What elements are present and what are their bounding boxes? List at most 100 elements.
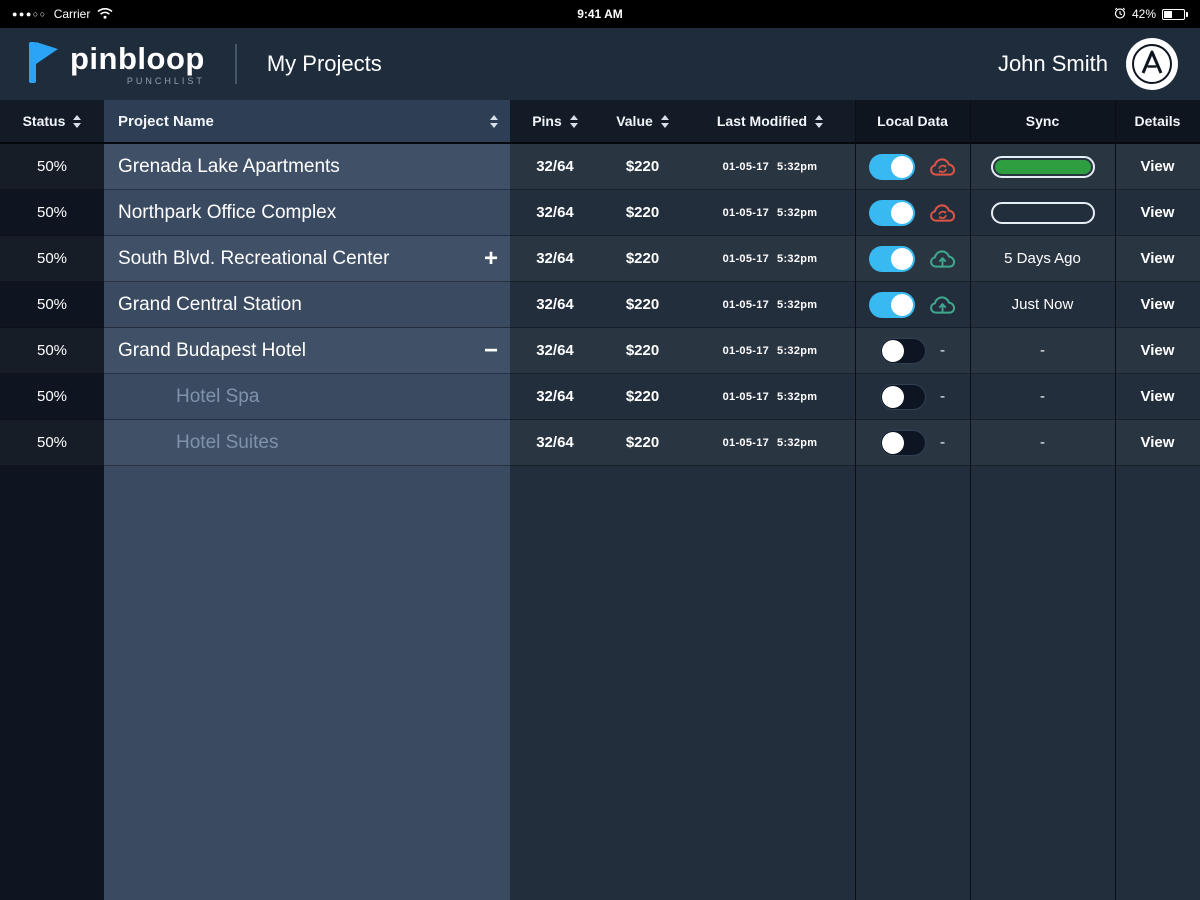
local-data-toggle[interactable] xyxy=(868,199,915,226)
sync-cell: - xyxy=(970,374,1115,419)
last-modified-cell: 01-05-17 5:32pm xyxy=(685,420,855,465)
column-header-status[interactable]: Status xyxy=(0,100,104,142)
local-data-cell: - xyxy=(855,282,970,327)
column-header-value[interactable]: Value xyxy=(600,100,685,142)
column-header-last-modified[interactable]: Last Modified xyxy=(685,100,855,142)
modified-time: 5:32pm xyxy=(777,160,818,173)
cloud-upload-icon xyxy=(929,295,955,314)
wifi-icon xyxy=(97,7,113,22)
expand-collapse-icon[interactable]: + xyxy=(484,246,510,271)
pins-cell: 32/64 xyxy=(510,190,600,235)
user-avatar[interactable] xyxy=(1126,38,1178,90)
value-amount: $220 xyxy=(625,158,660,175)
sort-icon[interactable] xyxy=(73,115,81,128)
carrier-label: Carrier xyxy=(53,7,91,21)
pins-cell: 32/64 xyxy=(510,236,600,281)
battery-cap-icon xyxy=(1186,11,1188,17)
project-name-cell[interactable]: Grand Central Station xyxy=(104,282,510,327)
table-row: 50% Grenada Lake Apartments 32/64 $220 0… xyxy=(0,144,1200,190)
local-data-dash: - xyxy=(939,387,946,405)
project-name-cell[interactable]: Grand Budapest Hotel − xyxy=(104,328,510,373)
value-cell: $220 xyxy=(600,328,685,373)
battery-icon xyxy=(1162,8,1185,20)
view-button[interactable]: View xyxy=(1141,342,1175,359)
last-modified-cell: 01-05-17 5:32pm xyxy=(685,144,855,189)
column-header-details: Details xyxy=(1115,100,1200,142)
header-divider xyxy=(234,44,237,84)
cloud-sync-error-icon xyxy=(929,203,955,222)
pins-cell: 32/64 xyxy=(510,420,600,465)
project-name-cell[interactable]: Grenada Lake Apartments xyxy=(104,144,510,189)
project-name: Hotel Spa xyxy=(176,385,260,407)
status-cell: 50% xyxy=(0,190,104,235)
local-data-toggle[interactable] xyxy=(879,337,926,364)
local-data-cell: - xyxy=(855,236,970,281)
pins-cell: 32/64 xyxy=(510,328,600,373)
project-name: Northpark Office Complex xyxy=(118,201,337,223)
logo-tagline: PUNCHLIST xyxy=(126,75,205,86)
sync-progress-bar xyxy=(990,155,1095,178)
value-cell: $220 xyxy=(600,420,685,465)
value-cell: $220 xyxy=(600,144,685,189)
cloud-sync-error-icon xyxy=(929,157,955,176)
pins-value: 32/64 xyxy=(536,204,574,221)
view-button[interactable]: View xyxy=(1141,204,1175,221)
project-name-cell[interactable]: Hotel Suites xyxy=(104,420,510,465)
column-header-pins[interactable]: Pins xyxy=(510,100,600,142)
cloud-upload-icon xyxy=(929,249,955,268)
view-button[interactable]: View xyxy=(1141,388,1175,405)
view-button[interactable]: View xyxy=(1141,250,1175,267)
pins-value: 32/64 xyxy=(536,434,574,451)
status-value: 50% xyxy=(36,342,68,359)
status-value: 50% xyxy=(36,158,68,175)
pinbloop-logo[interactable]: pinbloop PUNCHLIST xyxy=(22,39,205,90)
local-data-toggle[interactable] xyxy=(879,383,926,410)
column-header-label: Pins xyxy=(532,113,562,129)
sort-icon[interactable] xyxy=(570,115,578,128)
last-modified-cell: 01-05-17 5:32pm xyxy=(685,236,855,281)
sort-icon[interactable] xyxy=(815,115,823,128)
status-value: 50% xyxy=(36,434,68,451)
local-data-cell: - xyxy=(855,190,970,235)
local-data-dash: - xyxy=(939,433,946,451)
column-header-project-name[interactable]: Project Name xyxy=(104,100,510,142)
sort-icon[interactable] xyxy=(661,115,669,128)
view-button[interactable]: View xyxy=(1141,296,1175,313)
local-data-toggle[interactable] xyxy=(868,245,915,272)
last-modified-cell: 01-05-17 5:32pm xyxy=(685,374,855,419)
local-data-cell: - xyxy=(855,144,970,189)
status-cell: 50% xyxy=(0,328,104,373)
local-data-dash: - xyxy=(939,341,946,359)
details-cell: View xyxy=(1115,374,1200,419)
sync-progress-bar xyxy=(990,201,1095,224)
project-name: Hotel Suites xyxy=(176,431,279,453)
view-button[interactable]: View xyxy=(1141,158,1175,175)
local-data-toggle[interactable] xyxy=(879,429,926,456)
local-data-cell: - xyxy=(855,374,970,419)
project-name-cell[interactable]: Northpark Office Complex xyxy=(104,190,510,235)
modified-date: 01-05-17 xyxy=(722,344,770,357)
column-header-label: Project Name xyxy=(118,112,214,130)
project-name: Grand Central Station xyxy=(118,293,302,315)
local-data-toggle[interactable] xyxy=(868,153,915,180)
column-header-label: Sync xyxy=(1025,113,1060,129)
local-data-cell: - xyxy=(855,420,970,465)
modified-time: 5:32pm xyxy=(777,344,818,357)
logo-text-secondary: bloop xyxy=(118,40,205,76)
value-cell: $220 xyxy=(600,190,685,235)
project-name-cell[interactable]: Hotel Spa xyxy=(104,374,510,419)
project-name-cell[interactable]: South Blvd. Recreational Center + xyxy=(104,236,510,281)
sync-cell xyxy=(970,190,1115,235)
view-button[interactable]: View xyxy=(1141,434,1175,451)
project-name: Grand Budapest Hotel xyxy=(118,339,307,361)
modified-time: 5:32pm xyxy=(777,390,818,403)
table-header-row: Status Project Name Pins Value Last Modi… xyxy=(0,100,1200,144)
modified-date: 01-05-17 xyxy=(722,436,770,449)
column-header-label: Status xyxy=(22,113,66,129)
table-row: 50% Grand Central Station 32/64 $220 01-… xyxy=(0,282,1200,328)
last-modified-cell: 01-05-17 5:32pm xyxy=(685,282,855,327)
expand-collapse-icon[interactable]: − xyxy=(484,338,510,363)
modified-time: 5:32pm xyxy=(777,436,818,449)
local-data-toggle[interactable] xyxy=(868,291,915,318)
sort-icon[interactable] xyxy=(490,115,498,128)
